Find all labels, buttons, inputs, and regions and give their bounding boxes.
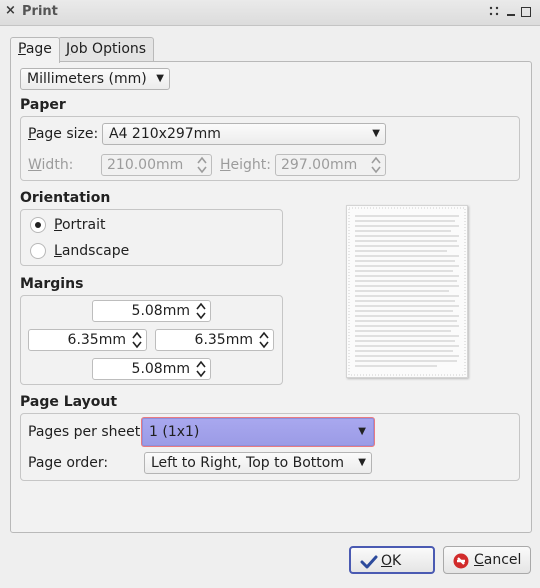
spinner-arrows-icon[interactable] [259,331,269,349]
window-title: Print [22,4,58,19]
height-mnemonic: H [220,157,231,173]
height-label: Height: [220,157,271,173]
spinner-arrows-icon[interactable] [132,331,142,349]
margin-right-field[interactable]: 6.35mm [155,329,274,351]
paper-section-title: Paper [20,97,66,113]
margin-left-field[interactable]: 6.35mm [28,329,147,351]
tab-job-label: ob Options [70,41,147,57]
margin-right-value: 6.35mm [194,332,253,348]
height-label-text: eight: [230,157,271,173]
ok-label: K [392,553,402,569]
chevron-down-icon: ▼ [358,426,366,437]
tab-page-label: age [25,41,52,57]
spinner-arrows-icon[interactable] [197,156,207,174]
page-size-select[interactable]: A4 210x297mm ▼ [102,123,386,145]
margin-bottom-field[interactable]: 5.08mm [92,358,211,380]
units-value: Millimeters (mm) [27,71,147,87]
pages-per-sheet-value: 1 (1x1) [149,424,200,440]
close-icon[interactable]: × [5,3,16,18]
chevron-down-icon: ▼ [372,128,380,139]
margin-top-field[interactable]: 5.08mm [92,300,211,322]
margin-top-value: 5.08mm [131,303,190,319]
pages-per-sheet-label: Pages per sheet: [28,424,145,440]
spinner-arrows-icon[interactable] [196,302,206,320]
window-menu-icon[interactable] [488,6,500,18]
margins-section-title: Margins [20,276,84,292]
spinner-arrows-icon[interactable] [196,360,206,378]
page-layout-section-title: Page Layout [20,394,118,410]
page-order-label: Page order: [28,455,109,471]
cancel-label: ancel [483,552,522,568]
chevron-down-icon: ▼ [358,457,366,468]
height-value: 297.00mm [281,157,358,173]
margin-left-value: 6.35mm [67,332,126,348]
width-mnemonic: W [28,157,42,173]
portrait-radio[interactable] [30,217,46,233]
checkmark-icon [360,553,378,579]
page-preview-text-lines [348,207,466,376]
orientation-section-title: Orientation [20,190,111,206]
ok-mnemonic: O [381,553,393,569]
pages-per-sheet-select[interactable]: 1 (1x1) ▼ [141,417,375,447]
page-size-mnemonic: P [28,126,36,142]
cancel-button[interactable]: Cancel [443,546,531,574]
width-value: 210.00mm [107,157,184,173]
margin-bottom-value: 5.08mm [131,361,190,377]
tab-job-options[interactable]: Job Options [58,37,155,62]
page-preview [346,205,468,378]
landscape-mnemonic: L [54,243,62,259]
cancel-mnemonic: C [474,552,484,568]
ok-button[interactable]: OK [349,546,435,574]
page-size-label: Page size: [28,126,98,142]
minimize-icon[interactable] [505,6,517,18]
title-bar: × Print [0,0,540,26]
tab-page[interactable]: Page [10,37,60,63]
portrait-label[interactable]: Portrait [54,217,105,233]
cancel-icon [453,552,469,578]
chevron-down-icon: ▼ [156,73,164,84]
maximize-icon[interactable] [521,7,531,17]
landscape-radio[interactable] [30,243,46,259]
page-order-value: Left to Right, Top to Bottom [151,455,344,471]
tab-page-mnemonic: P [18,41,26,57]
units-select[interactable]: Millimeters (mm) ▼ [20,68,170,90]
height-field[interactable]: 297.00mm [275,154,386,176]
landscape-label-text: andscape [61,243,130,259]
portrait-label-text: ortrait [61,217,106,233]
width-label: Width: [28,157,73,173]
spinner-arrows-icon[interactable] [371,156,381,174]
portrait-mnemonic: P [54,217,62,233]
width-field[interactable]: 210.00mm [101,154,212,176]
landscape-label[interactable]: Landscape [54,243,129,259]
page-size-label-text: age size: [35,126,99,142]
page-order-select[interactable]: Left to Right, Top to Bottom ▼ [144,452,372,474]
page-size-value: A4 210x297mm [109,126,221,142]
width-label-text: idth: [41,157,74,173]
